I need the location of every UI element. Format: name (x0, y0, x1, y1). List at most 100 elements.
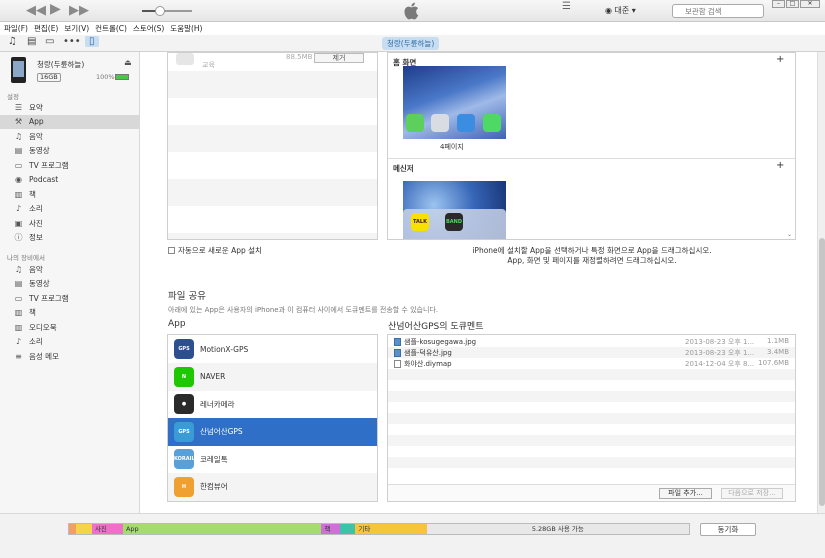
document-name: 화야산.diymap (404, 360, 452, 368)
folder-icon[interactable] (431, 114, 449, 132)
sidebar-item-label: TV 프로그램 (29, 293, 69, 303)
app-list-item[interactable]: GPS 산넘어산GPS (168, 417, 377, 446)
volume-slider[interactable] (142, 6, 192, 16)
app-list-item[interactable]: ● 레너카메라 (168, 390, 377, 418)
home-screen-page[interactable] (403, 66, 506, 139)
scrollbar-thumb[interactable] (819, 238, 825, 506)
messages-icon[interactable] (406, 114, 424, 132)
add-file-button[interactable]: 파일 추가... (659, 488, 712, 499)
remove-button[interactable]: 제거 (314, 53, 364, 63)
document-row[interactable]: 화야산.diymap 2014-12-04 오후 8... 107.6MB (388, 358, 795, 369)
menu-view[interactable]: 보기(V) (64, 22, 89, 35)
capacity-segment: 5.28GB 사용 가능 (426, 524, 689, 534)
app-list-item[interactable]: GPS MotionX-GPS (168, 335, 377, 363)
battery-icon (115, 74, 129, 80)
sidebar-item[interactable]: ♫ 음악 (0, 129, 139, 143)
app-list-item[interactable]: KORAIL 코레일톡 (168, 445, 377, 473)
sidebar-item[interactable]: ▥ 오디오북 (0, 320, 139, 334)
home-screens-panel: 홈 화면 + 4페이지 메신저 + TALK BAND ⌄ (387, 52, 796, 240)
menu-file[interactable]: 파일(F) (4, 22, 28, 35)
sidebar-item[interactable]: ▥ 책 (0, 306, 139, 320)
sidebar-item-label: 소리 (29, 337, 43, 346)
eject-icon[interactable]: ⏏ (124, 58, 132, 67)
audiobook-icon: ▥ (14, 322, 23, 332)
document-row[interactable]: 샘플-덕유산.jpg 2013-08-23 오후 1... 3.4MB (388, 347, 795, 358)
maximize-button[interactable]: □ (786, 0, 799, 8)
device-tag[interactable]: 청랑(두륜하늘) (382, 37, 440, 50)
band-icon[interactable]: BAND (445, 213, 463, 231)
menu-help[interactable]: 도움말(H) (170, 22, 202, 35)
scroll-down-icon[interactable]: ⌄ (787, 231, 792, 238)
sidebar-item[interactable]: ▭ TV 프로그램 (0, 291, 139, 305)
app-icon: H (174, 476, 194, 497)
safari-icon[interactable] (457, 114, 475, 132)
account-menu[interactable]: ◉ 대준 ▾ (605, 5, 636, 16)
phone-icon[interactable] (483, 114, 501, 132)
main-scrollbar[interactable] (817, 52, 825, 513)
search-input[interactable] (672, 4, 764, 18)
sidebar-item[interactable]: ⓘ 정보 (0, 231, 139, 245)
sync-button[interactable]: 동기화 (700, 523, 756, 536)
menu-edit[interactable]: 편집(E) (34, 22, 58, 35)
sidebar-item[interactable]: ♪ 소리 (0, 335, 139, 349)
sidebar-item-label: Podcast (29, 175, 59, 184)
sidebar-item-label: 요약 (29, 102, 43, 112)
tones-icon: ♪ (15, 337, 22, 346)
document-name-cell: 화야산.diymap (394, 359, 452, 369)
documents-action-bar: 파일 추가... 다음으로 저장... (388, 484, 795, 501)
play-icon[interactable]: ▶ (50, 1, 61, 17)
tv-icon[interactable]: ▭ (45, 36, 54, 47)
iphone-icon[interactable]: ▯ (85, 36, 99, 47)
sidebar-item[interactable]: ▭ TV 프로그램 (0, 158, 139, 172)
menu-controls[interactable]: 컨트롤(C) (95, 22, 127, 35)
document-row (388, 413, 795, 424)
capacity-badge: 16GB (37, 73, 61, 82)
sidebar-item[interactable]: ♪ 소리 (0, 202, 139, 216)
minimize-button[interactable]: – (772, 0, 785, 8)
battery-percent: 100% (96, 73, 115, 81)
device-section-label: 나의 장비에서 (7, 254, 45, 262)
fast-forward-icon[interactable]: ▶▶ (69, 3, 89, 18)
save-to-button[interactable]: 다음으로 저장... (721, 488, 783, 499)
sidebar-item[interactable]: ⚒ App (0, 114, 139, 129)
file-sharing-app-list[interactable]: GPS MotionX-GPS N NAVER ● 레너카메라 GPS 산넘어산GPS KORA… (167, 334, 378, 502)
music-icon[interactable]: ♫ (8, 36, 17, 47)
movies-icon[interactable]: ▤ (27, 36, 36, 47)
file-sharing-title: 파일 공유 (168, 291, 206, 302)
sidebar-item-label: 오디오북 (29, 322, 57, 332)
sidebar-item[interactable]: ◉ Podcast (0, 173, 139, 187)
document-row (388, 380, 795, 391)
auto-install-checkbox[interactable] (168, 247, 175, 254)
app-list-item[interactable]: N NAVER (168, 362, 377, 391)
sidebar-item-label: 사진 (29, 218, 43, 228)
auto-install-option[interactable]: 자동으로 새로운 App 설치 (168, 245, 262, 256)
kakaotalk-icon[interactable]: TALK (411, 213, 429, 231)
sidebar-item[interactable]: ☰ 요약 (0, 100, 139, 114)
more-icon[interactable]: ••• (63, 36, 81, 47)
sidebar-item[interactable]: ♫ 음악 (0, 262, 139, 276)
music-icon: ♫ (14, 131, 23, 141)
app-icon: GPS (174, 339, 194, 359)
voice-memo-icon: ≡ (15, 351, 22, 361)
document-row[interactable]: 샘플-kosugegawa.jpg 2013-08-23 오후 1... 1.1MB (388, 336, 795, 347)
list-view-icon[interactable]: ☰ (562, 1, 571, 12)
close-button[interactable]: ✕ (800, 0, 820, 8)
app-category: 교육 (202, 61, 215, 69)
sidebar-item[interactable]: ≡ 음성 메모 (0, 349, 139, 363)
sidebar-item[interactable]: ▤ 동영상 (0, 144, 139, 158)
documents-panel[interactable]: 샘플-kosugegawa.jpg 2013-08-23 오후 1... 1.1MB… (387, 334, 796, 502)
music-icon: ♫ (14, 264, 23, 274)
sidebar-item[interactable]: ▥ 책 (0, 187, 139, 201)
app-install-list[interactable]: 교육 88.5MB 제거 (167, 52, 378, 240)
capacity-segment: App (122, 524, 322, 534)
add-screen-icon[interactable]: + (776, 160, 784, 171)
app-list-item[interactable]: H 한컴뷰어 (168, 472, 377, 501)
rewind-icon[interactable]: ◀◀ (26, 3, 46, 18)
app-row (168, 233, 377, 239)
volume-knob[interactable] (154, 6, 165, 16)
add-screen-icon[interactable]: + (776, 54, 784, 65)
messenger-folder-page[interactable]: TALK BAND (403, 181, 506, 239)
sidebar-item[interactable]: ▣ 사진 (0, 216, 139, 230)
menu-store[interactable]: 스토어(S) (133, 22, 164, 35)
sidebar-item[interactable]: ▤ 동영상 (0, 277, 139, 291)
